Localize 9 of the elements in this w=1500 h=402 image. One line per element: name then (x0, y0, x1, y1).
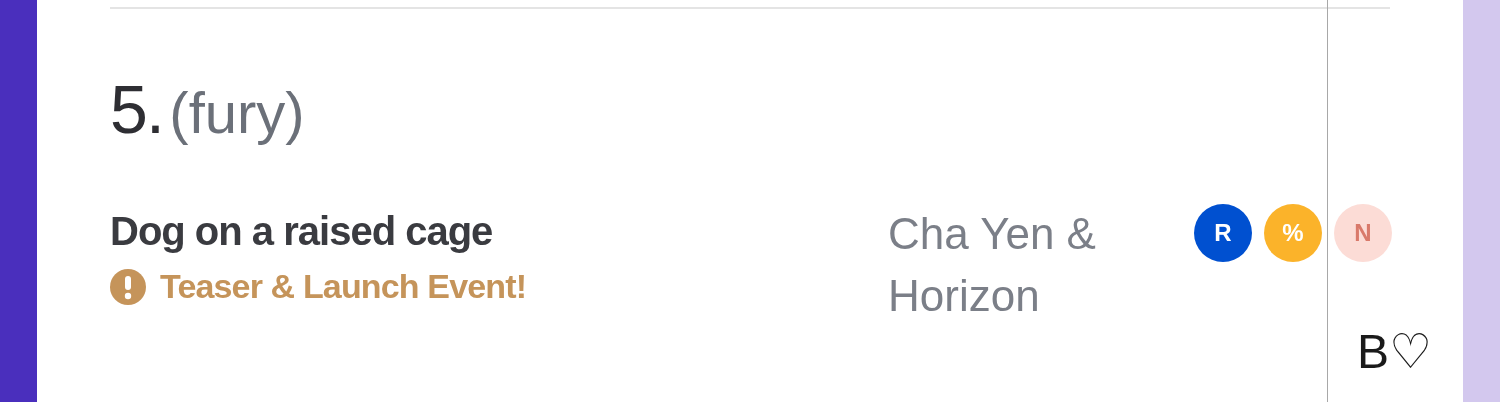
artist-name: Cha Yen & Horizon (888, 208, 1097, 322)
side-label: B♡ (1357, 325, 1432, 378)
notice-text: Teaser & Launch Event! (160, 266, 527, 307)
platform-badge[interactable]: N (1334, 204, 1392, 262)
entry-title: Dog on a raised cage (110, 208, 494, 255)
platform-badge[interactable]: % (1264, 204, 1322, 262)
alert-icon (110, 268, 146, 305)
platform-badge[interactable]: R (1194, 204, 1252, 262)
entry-number: 5. (110, 75, 164, 143)
